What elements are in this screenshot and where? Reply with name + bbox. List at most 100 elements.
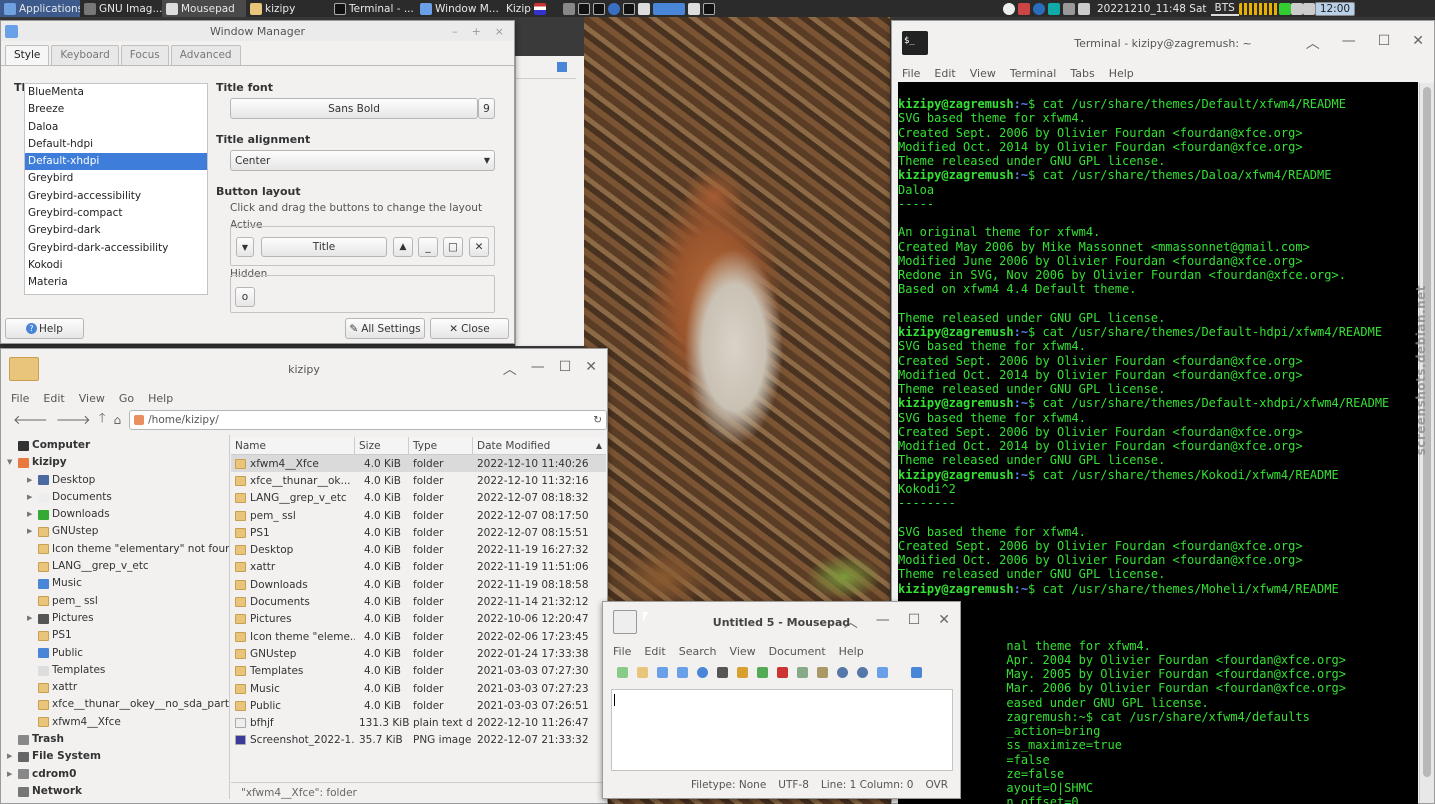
- help-button[interactable]: ? Help: [5, 318, 84, 339]
- table-row[interactable]: LANG__grep_v_etc 4.0 KiB folder 2022-12-07 …: [231, 490, 606, 507]
- tree-item[interactable]: PS1: [7, 627, 229, 644]
- volume-icon[interactable]: [1063, 2, 1075, 15]
- table-row[interactable]: Documents 4.0 KiB folder 2022-11-14 21:32:1…: [231, 593, 606, 610]
- expander-icon[interactable]: ▶: [27, 610, 35, 627]
- theme-item[interactable]: Greybird-compact: [25, 205, 207, 222]
- terminal-output[interactable]: kizipy@zagremush:~$ cat /usr/share/theme…: [898, 82, 1418, 804]
- tree-item[interactable]: ▶ GNUstep: [7, 523, 229, 540]
- tree-item[interactable]: ▶ Pictures: [7, 610, 229, 627]
- display-icon[interactable]: [563, 2, 575, 15]
- shade-icon[interactable]: ︿: [1306, 33, 1320, 53]
- shade-icon[interactable]: ︿: [503, 359, 517, 379]
- filetype-status[interactable]: Filetype: None: [691, 779, 766, 791]
- terminal-launcher-icon[interactable]: [623, 2, 635, 15]
- taskbar-item-kizip[interactable]: Kizip: [502, 0, 560, 17]
- fm-menu-help[interactable]: Help: [148, 392, 173, 405]
- new-document-icon[interactable]: [617, 666, 628, 678]
- editor-icon[interactable]: [688, 2, 700, 15]
- file-manager-icon[interactable]: [638, 2, 650, 15]
- tab-focus[interactable]: Focus: [120, 45, 169, 65]
- taskbar-item-terminal[interactable]: Terminal - ...: [330, 0, 416, 17]
- minimize-icon[interactable]: —: [531, 359, 545, 379]
- cut-icon[interactable]: [777, 666, 788, 678]
- expander-icon[interactable]: ▶: [7, 748, 15, 765]
- table-row[interactable]: GNUstep 4.0 KiB folder 2022-01-24 17:33:38: [231, 645, 606, 662]
- tree-item[interactable]: Icon theme "elementary" not found: [7, 541, 229, 558]
- tab-style[interactable]: Style: [5, 45, 50, 65]
- table-row[interactable]: xattr 4.0 KiB folder 2022-11-19 11:51:06: [231, 559, 606, 576]
- maximize-button-slot[interactable]: □: [443, 237, 463, 257]
- close-document-icon[interactable]: [717, 666, 728, 678]
- close-button[interactable]: ✕ Close: [430, 318, 509, 339]
- title-alignment-select[interactable]: Center ▼: [230, 150, 495, 171]
- maximize-icon[interactable]: ☐: [908, 612, 921, 632]
- terminal-menu-edit[interactable]: Edit: [934, 67, 955, 80]
- taskbar-item-mousepad[interactable]: Mousepad: [162, 0, 246, 17]
- taskbar-item-kizipy[interactable]: kizipy: [246, 0, 330, 17]
- terminal-menu-view[interactable]: View: [970, 67, 996, 80]
- theme-item[interactable]: Breeze: [25, 101, 207, 118]
- mousepad-menu-document[interactable]: Document: [769, 645, 826, 658]
- theme-item[interactable]: Kokodi: [25, 257, 207, 274]
- theme-item[interactable]: Greybird-dark-accessibility: [25, 240, 207, 257]
- column-type[interactable]: Type: [409, 436, 473, 455]
- maximize-icon[interactable]: +: [472, 25, 481, 38]
- maximize-icon[interactable]: ☐: [559, 359, 572, 379]
- notification-icon[interactable]: [1078, 2, 1090, 15]
- tree-item[interactable]: LANG__grep_v_etc: [7, 558, 229, 575]
- terminal-menu-tabs[interactable]: Tabs: [1070, 67, 1094, 80]
- fm-titlebar[interactable]: kizipy ︿ — ☐ ✕: [1, 349, 607, 389]
- fullscreen-icon[interactable]: [911, 666, 922, 678]
- theme-item[interactable]: BlueMenta: [25, 84, 207, 101]
- theme-item[interactable]: Materia: [25, 274, 207, 291]
- tree-item[interactable]: xattr: [7, 679, 229, 696]
- minimize-icon[interactable]: –: [452, 25, 458, 38]
- table-row[interactable]: Public 4.0 KiB folder 2021-03-03 07:26:51: [231, 697, 606, 714]
- hp-icon[interactable]: [1033, 2, 1045, 15]
- mousepad-menu-search[interactable]: Search: [679, 645, 717, 658]
- table-row[interactable]: Templates 4.0 KiB folder 2021-03-03 07:27:3…: [231, 663, 606, 680]
- close-icon[interactable]: ✕: [585, 359, 597, 379]
- fm-menu-file[interactable]: File: [11, 392, 29, 405]
- title-font-size[interactable]: 9: [478, 98, 495, 119]
- notes-icon[interactable]: [1018, 2, 1030, 15]
- title-font-button[interactable]: Sans Bold: [230, 98, 478, 119]
- close-icon[interactable]: ×: [495, 25, 504, 38]
- tree-item[interactable]: ▶ File System: [7, 748, 229, 765]
- column-date-modified[interactable]: Date Modified ▲: [473, 437, 606, 455]
- location-bar[interactable]: /home/kizipy/ ↻: [129, 410, 607, 430]
- table-row[interactable]: bfhjf 131.3 KiB plain text do 2022-12-10 11…: [231, 714, 606, 731]
- shade-button-slot[interactable]: ▲: [393, 237, 413, 257]
- mousepad-titlebar[interactable]: Untitled 5 - Mousepad ︿ — ☐ ✕: [603, 602, 960, 642]
- find-replace-icon[interactable]: [857, 666, 868, 678]
- tree-item[interactable]: ▶ cdrom0: [7, 766, 229, 783]
- tree-item[interactable]: pem_ ssl: [7, 593, 229, 610]
- up-icon[interactable]: 🡑: [99, 409, 106, 431]
- reload-icon[interactable]: [697, 666, 708, 678]
- tree-item[interactable]: ▶ Desktop: [7, 472, 229, 489]
- maximize-icon[interactable]: ☐: [1378, 33, 1391, 53]
- table-row[interactable]: xfwm4__Xfce 4.0 KiB folder 2022-12-10 11:40…: [231, 455, 606, 473]
- mousepad-menu-help[interactable]: Help: [839, 645, 864, 658]
- table-row[interactable]: Desktop 4.0 KiB folder 2022-11-19 16:27:32: [231, 541, 606, 558]
- terminal-launcher-icon[interactable]: [593, 2, 605, 15]
- theme-list[interactable]: BlueMenta Breeze Daloa Default-hdpi Default-…: [24, 83, 208, 295]
- terminal-launcher-icon[interactable]: [578, 2, 590, 15]
- tree-item[interactable]: xfce__thunar__okey__no_sda_partitions: [7, 696, 229, 713]
- minimize-icon[interactable]: —: [876, 612, 890, 632]
- shade-icon[interactable]: ︿: [844, 612, 858, 632]
- expander-icon[interactable]: ▼: [7, 454, 15, 471]
- save-as-icon[interactable]: [677, 666, 688, 678]
- overwrite-mode-status[interactable]: OVR: [925, 779, 948, 791]
- table-row[interactable]: Screenshot_2022-1... 35.7 KiB PNG image 202…: [231, 732, 606, 749]
- column-name[interactable]: Name: [231, 436, 355, 455]
- paste-icon[interactable]: [817, 666, 828, 678]
- browser-icon[interactable]: [608, 2, 620, 15]
- open-icon[interactable]: [637, 666, 648, 678]
- stick-button-slot[interactable]: o: [235, 287, 255, 307]
- mousepad-menu-view[interactable]: View: [730, 645, 756, 658]
- taskbar-item-window-manager[interactable]: Window M...: [416, 0, 502, 17]
- all-settings-button[interactable]: ✎ All Settings: [345, 318, 425, 339]
- expander-icon[interactable]: ▶: [7, 766, 15, 783]
- close-button-slot[interactable]: ✕: [469, 237, 489, 257]
